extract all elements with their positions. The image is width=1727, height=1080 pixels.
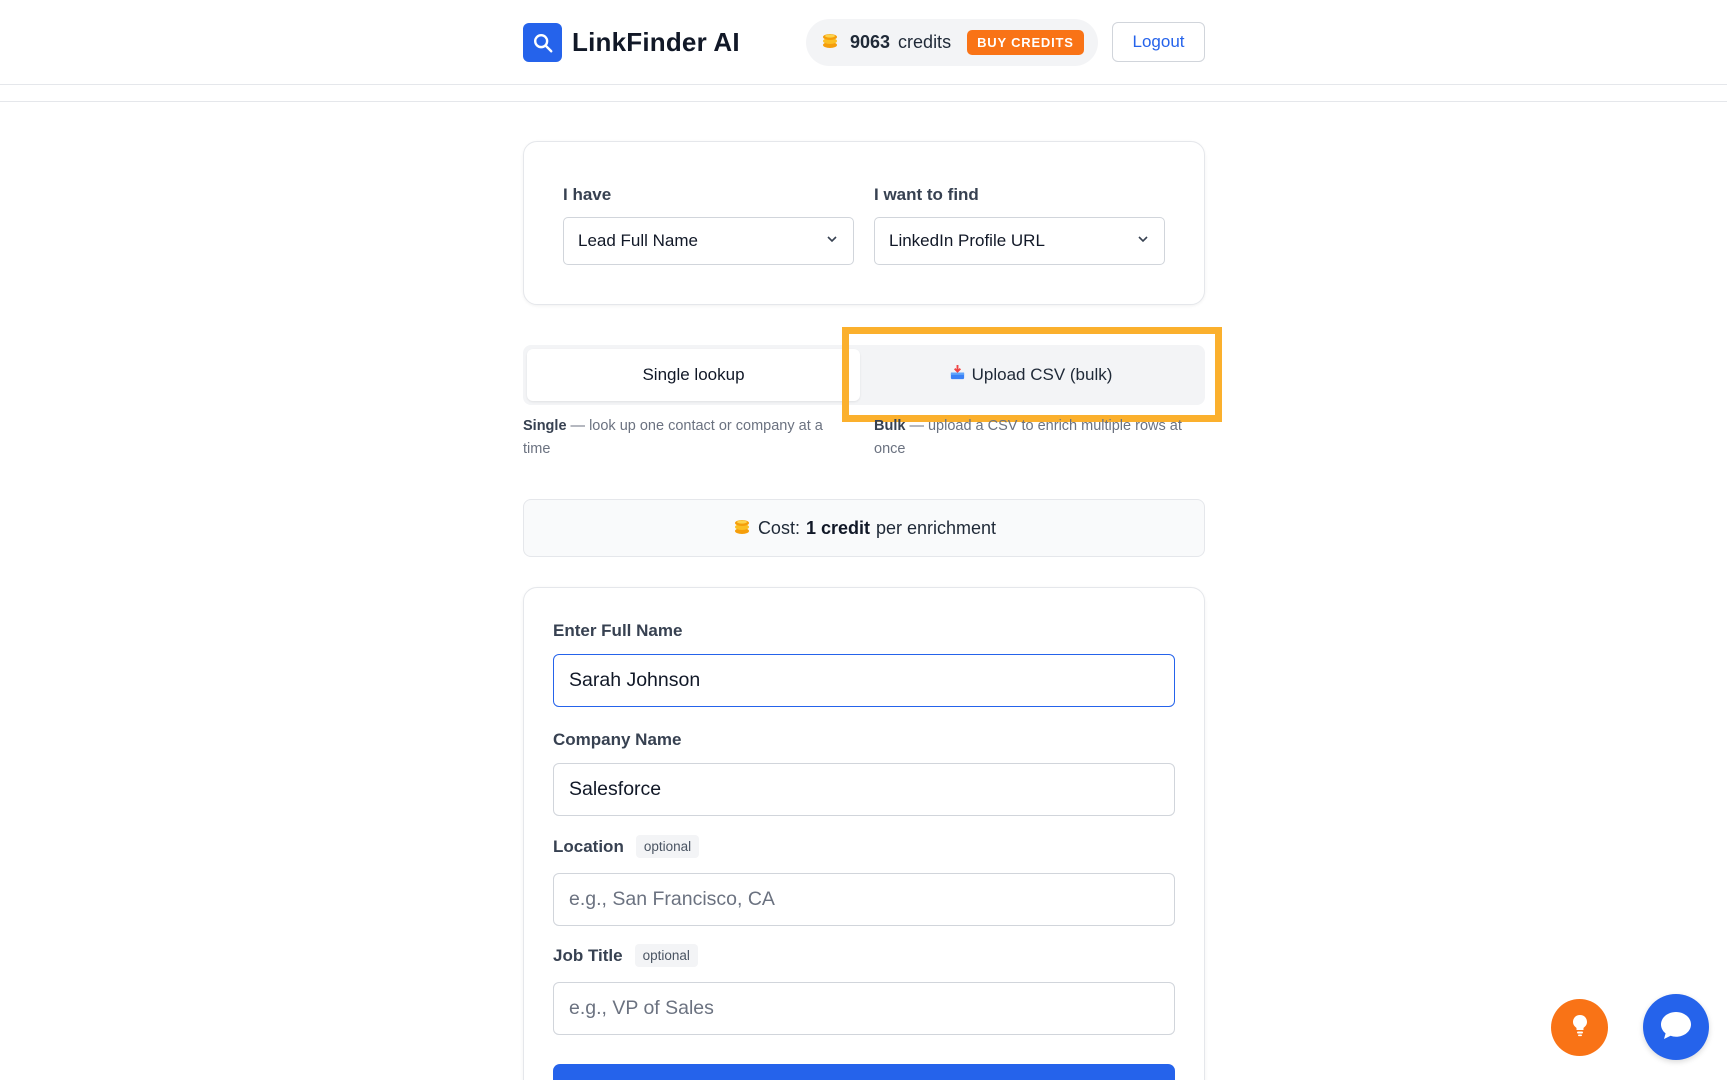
chevron-down-icon xyxy=(825,231,839,251)
coins-icon xyxy=(732,516,752,541)
single-lookup-tab[interactable]: Single lookup xyxy=(527,349,860,401)
mode-switch: Single lookup Upload CSV (bulk) xyxy=(523,345,1205,405)
have-select[interactable]: Lead Full Name xyxy=(563,217,854,265)
buy-credits-button[interactable]: BUY CREDITS xyxy=(967,30,1084,55)
cost-prefix: Cost: xyxy=(757,517,800,538)
bulk-description: Bulk — upload a CSV to enrich multiple r… xyxy=(874,418,1182,457)
location-input[interactable] xyxy=(553,873,1175,926)
chat-button[interactable] xyxy=(1643,994,1709,1060)
find-select-value: LinkedIn Profile URL xyxy=(889,231,1045,250)
chat-bubble-icon xyxy=(1659,1009,1693,1046)
optional-badge: optional xyxy=(634,944,698,967)
coins-icon xyxy=(820,30,840,55)
logout-button[interactable]: Logout xyxy=(1112,22,1205,62)
have-label: I have xyxy=(563,185,612,204)
divider xyxy=(0,101,1727,102)
single-description: Single — look up one contact or company … xyxy=(523,418,823,457)
cost-amount: 1 credit xyxy=(805,517,870,538)
credits-pill: 9063 credits BUY CREDITS xyxy=(806,19,1098,66)
find-label: I want to find xyxy=(874,185,979,204)
have-select-value: Lead Full Name xyxy=(578,231,699,250)
upload-csv-tab[interactable]: Upload CSV (bulk) xyxy=(864,349,1197,401)
credits-count: 9063 xyxy=(850,32,891,52)
submit-button[interactable] xyxy=(553,1064,1175,1080)
find-select[interactable]: LinkedIn Profile URL xyxy=(874,217,1165,265)
job-title-input[interactable] xyxy=(553,982,1175,1035)
job-title-label: Job Title optional xyxy=(553,944,698,967)
single-lookup-label: Single lookup xyxy=(642,365,745,384)
brand-name: LinkFinder AI xyxy=(572,27,740,57)
upload-csv-label: Upload CSV (bulk) xyxy=(971,365,1113,384)
brand[interactable]: LinkFinder AI xyxy=(523,23,740,62)
full-name-input[interactable] xyxy=(553,654,1175,707)
search-icon xyxy=(523,23,562,62)
location-label: Location optional xyxy=(553,835,700,858)
inbox-tray-icon xyxy=(949,364,966,386)
tips-button[interactable] xyxy=(1551,999,1608,1056)
optional-badge: optional xyxy=(635,835,700,858)
company-input[interactable] xyxy=(553,763,1175,816)
company-label: Company Name xyxy=(553,730,682,749)
lightbulb-icon xyxy=(1570,1013,1590,1042)
lookup-config-card: I have Lead Full Name I want to find Lin… xyxy=(523,141,1205,305)
cost-suffix: per enrichment xyxy=(875,517,997,538)
chevron-down-icon xyxy=(1136,231,1150,251)
credits-label: credits xyxy=(898,32,952,52)
lookup-form-card: Enter Full Name Company Name Location op… xyxy=(523,587,1205,1080)
top-header: LinkFinder AI 9063 credits BUY CREDITS L… xyxy=(0,0,1727,85)
cost-info: Cost: 1 credit per enrichment xyxy=(523,499,1205,557)
full-name-label: Enter Full Name xyxy=(553,621,683,640)
